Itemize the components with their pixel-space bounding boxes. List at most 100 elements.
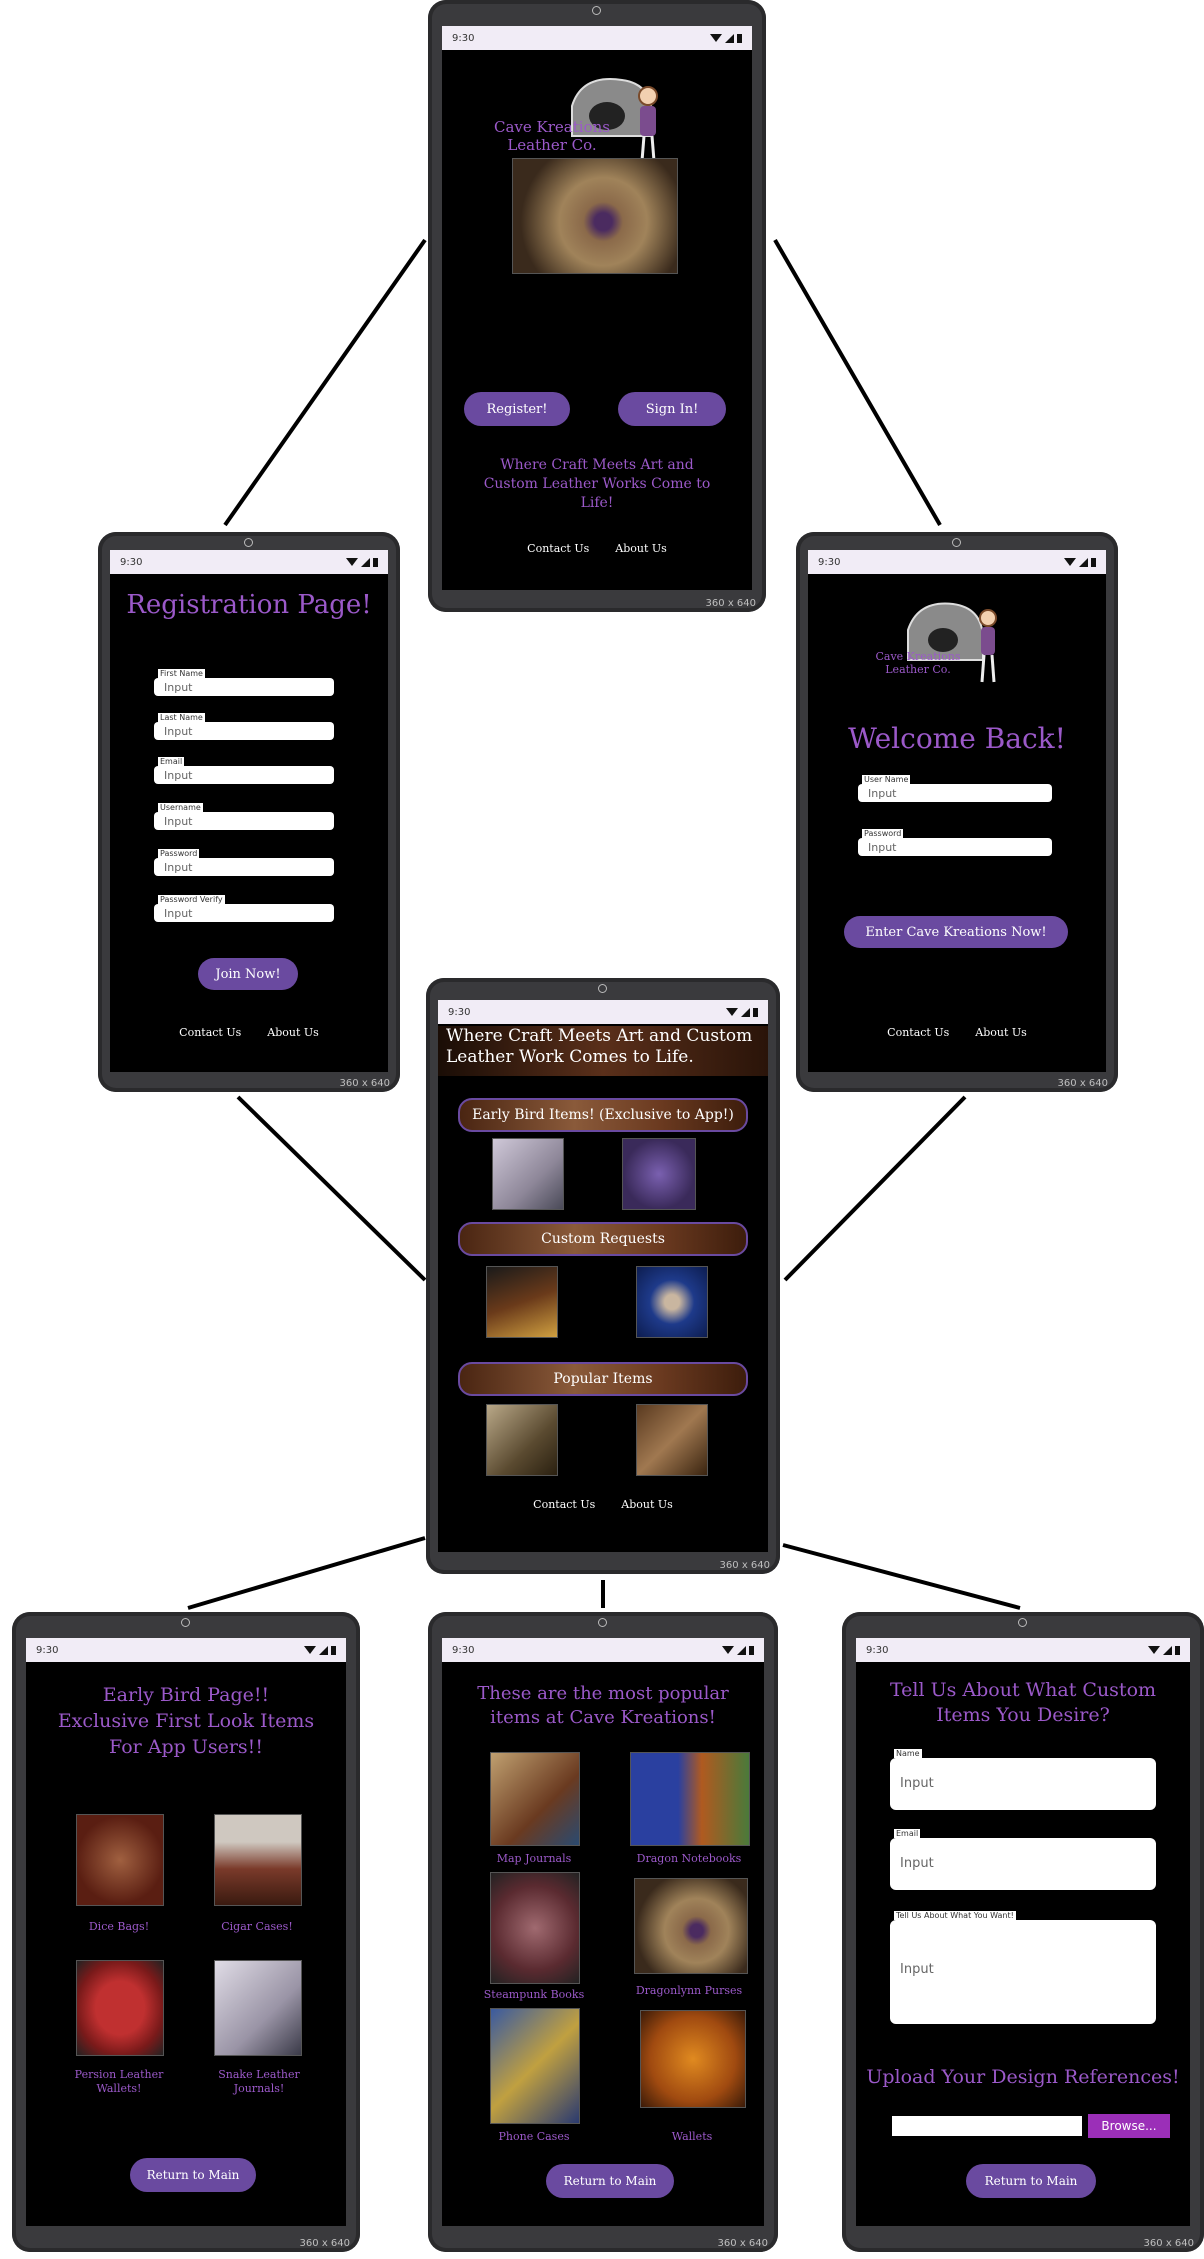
return-to-main-button[interactable]: Return to Main (546, 2164, 674, 2198)
field-placeholder: Input (164, 815, 193, 828)
field-placeholder: Input (900, 1962, 934, 1977)
status-time: 9:30 (452, 1644, 475, 1656)
dice-bag-image (76, 1814, 164, 1906)
custom-requests-banner[interactable]: Custom Requests (458, 1222, 748, 1256)
field-label: Name (894, 1749, 922, 1758)
early-bird-image-2 (622, 1138, 696, 1210)
main-screen: 9:30 Where Craft Meets Art and Custom Le… (438, 1000, 768, 1552)
email-field[interactable]: Email Input (890, 1829, 1156, 1890)
status-bar: 9:30 (856, 1638, 1190, 1662)
field-placeholder: Input (164, 907, 193, 920)
signal-icon (741, 1007, 750, 1017)
phone-case-label: Phone Cases (498, 2130, 570, 2143)
footer: Contact Us About Us (438, 1498, 768, 1511)
popular-image-2 (636, 1404, 708, 1476)
camera-icon (952, 538, 961, 547)
dragonlynn-purse-label: Dragonlynn Purses (635, 1984, 743, 1997)
camera-icon (592, 6, 601, 15)
username-field[interactable]: Username Input (154, 803, 334, 830)
popular-phone: 9:30 These are the most popular items at… (428, 1612, 778, 2252)
popular-screen: 9:30 These are the most popular items at… (442, 1638, 764, 2226)
field-label: First Name (158, 669, 205, 678)
camera-icon (1018, 1618, 1027, 1627)
signal-icon (725, 33, 734, 43)
contact-link[interactable]: Contact Us (527, 542, 589, 555)
signal-icon (737, 1645, 746, 1655)
logo-text: Cave Kreations Leather Co. (494, 118, 610, 154)
battery-icon (373, 557, 378, 567)
field-label: Password (862, 829, 904, 838)
early-bird-phone: 9:30 Early Bird Page!! Exclusive First L… (12, 1612, 360, 2252)
contact-link[interactable]: Contact Us (887, 1026, 949, 1039)
logo-text: Cave Kreations Leather Co. (875, 650, 961, 676)
name-field[interactable]: Name Input (890, 1749, 1156, 1810)
contact-link[interactable]: Contact Us (179, 1026, 241, 1039)
page-title: Early Bird Page!! Exclusive First Look I… (57, 1684, 315, 1758)
main-header: Where Craft Meets Art and Custom Leather… (438, 1026, 768, 1076)
join-now-button[interactable]: Join Now! (198, 958, 298, 990)
password-field[interactable]: Password Input (154, 849, 334, 876)
hero-purse-image (512, 158, 678, 274)
wifi-icon (304, 1646, 316, 1654)
contact-link[interactable]: Contact Us (533, 1498, 595, 1511)
field-placeholder: Input (900, 1776, 934, 1791)
camera-icon (244, 538, 253, 547)
early-bird-banner[interactable]: Early Bird Items! (Exclusive to App!) (458, 1098, 748, 1132)
first-name-field[interactable]: First Name Input (154, 669, 334, 696)
last-name-field[interactable]: Last Name Input (154, 713, 334, 740)
screen-size-label: 360 x 640 (717, 2238, 768, 2249)
register-button[interactable]: Register! (464, 392, 570, 426)
cigar-case-label: Cigar Cases! (221, 1920, 293, 1933)
popular-image-1 (486, 1404, 558, 1476)
enter-button[interactable]: Enter Cave Kreations Now! (844, 916, 1068, 948)
battery-icon (749, 1645, 754, 1655)
browse-button[interactable]: Browse... (1088, 2114, 1170, 2138)
battery-icon (753, 1007, 758, 1017)
about-link[interactable]: About Us (975, 1026, 1027, 1039)
map-journal-image (490, 1752, 580, 1846)
home-phone: 9:30 Cave Kreations Leather Co. Register… (428, 0, 766, 612)
battery-icon (737, 33, 742, 43)
field-label: Email (158, 757, 185, 766)
screen-size-label: 360 x 640 (1057, 1078, 1108, 1089)
dice-bag-label: Dice Bags! (88, 1920, 150, 1933)
field-placeholder: Input (164, 769, 193, 782)
popular-items-banner[interactable]: Popular Items (458, 1362, 748, 1396)
screen-size-label: 360 x 640 (1143, 2238, 1194, 2249)
battery-icon (1091, 557, 1096, 567)
username-field[interactable]: User Name Input (858, 775, 1052, 802)
page-title: Welcome Back! (848, 722, 1066, 755)
camera-icon (181, 1618, 190, 1627)
signal-icon (361, 557, 370, 567)
wifi-icon (346, 558, 358, 566)
signal-icon (1079, 557, 1088, 567)
signin-button[interactable]: Sign In! (618, 392, 726, 426)
footer: Contact Us About Us (808, 1026, 1106, 1039)
return-to-main-button[interactable]: Return to Main (966, 2164, 1096, 2198)
field-label: Password (158, 849, 200, 858)
status-bar: 9:30 (808, 550, 1106, 574)
page-title: These are the most popular items at Cave… (477, 1683, 729, 1728)
status-time: 9:30 (866, 1644, 889, 1656)
status-time: 9:30 (120, 556, 143, 568)
status-time: 9:30 (818, 556, 841, 568)
field-label: Password Verify (158, 895, 225, 904)
field-placeholder: Input (868, 841, 897, 854)
registration-phone: 9:30 Registration Page! First Name Input … (98, 532, 400, 1092)
field-placeholder: Input (900, 1856, 934, 1871)
camera-icon (598, 1618, 607, 1627)
signal-icon (1163, 1645, 1172, 1655)
email-field[interactable]: Email Input (154, 757, 334, 784)
file-path-input[interactable] (892, 2116, 1082, 2136)
field-label: Last Name (158, 713, 205, 722)
about-link[interactable]: About Us (615, 542, 667, 555)
about-link[interactable]: About Us (621, 1498, 673, 1511)
return-to-main-button[interactable]: Return to Main (130, 2158, 256, 2192)
password-field[interactable]: Password Input (858, 829, 1052, 856)
about-link[interactable]: About Us (267, 1026, 319, 1039)
wifi-icon (722, 1646, 734, 1654)
field-placeholder: Input (164, 861, 193, 874)
password-verify-field[interactable]: Password Verify Input (154, 895, 334, 922)
status-bar: 9:30 (110, 550, 388, 574)
description-field[interactable]: Tell Us About What You Want! Input (890, 1911, 1156, 2024)
